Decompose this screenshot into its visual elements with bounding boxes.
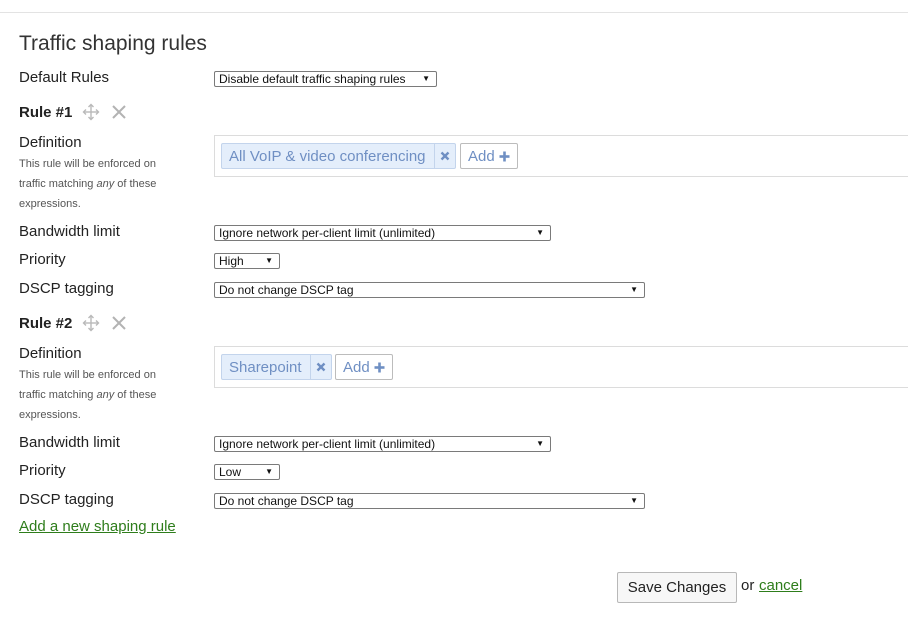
default-rules-label: Default Rules [19, 69, 110, 86]
rule-1-priority-label: Priority [19, 251, 66, 268]
rule-2-bandwidth-label: Bandwidth limit [19, 434, 120, 451]
plus-icon [374, 362, 385, 373]
rule-1-bandwidth-select[interactable]: Ignore network per-client limit (unlimit… [214, 225, 551, 241]
rule-1-definition-box: All VoIP & video conferencing Add [214, 135, 908, 177]
rule-2-priority-select[interactable]: Low [214, 464, 280, 480]
rule-1-definition-help: This rule will be enforced on traffic ma… [19, 158, 157, 210]
rule-2-definition-tag: Sharepoint [221, 354, 332, 380]
rule-2-definition-help: This rule will be enforced on traffic ma… [19, 369, 157, 421]
rule-2-definition-label: Definition [19, 345, 82, 362]
rule-1-bandwidth-label: Bandwidth limit [19, 223, 120, 240]
rule-1-title: Rule #1 [19, 103, 73, 121]
rule-2-title: Rule #2 [19, 314, 73, 332]
move-arrows-icon[interactable] [82, 103, 100, 121]
tag-label: All VoIP & video conferencing [229, 147, 426, 165]
rule-1-definition-label: Definition [19, 134, 82, 151]
rule-2-bandwidth-select[interactable]: Ignore network per-client limit (unlimit… [214, 436, 551, 452]
rule-2-add-button[interactable]: Add [335, 354, 393, 380]
rule-1-header: Rule #1 [19, 101, 128, 123]
cancel-link[interactable]: cancel [759, 577, 802, 594]
delete-rule-2-icon[interactable] [110, 314, 128, 332]
tag-label: Sharepoint [229, 358, 302, 376]
top-divider [0, 12, 908, 13]
remove-tag-icon[interactable] [309, 355, 331, 379]
default-rules-select[interactable]: Disable default traffic shaping rules [214, 71, 437, 87]
rule-1-add-button[interactable]: Add [460, 143, 518, 169]
rule-1-dscp-label: DSCP tagging [19, 280, 114, 297]
remove-tag-icon[interactable] [433, 144, 455, 168]
add-shaping-rule-link[interactable]: Add a new shaping rule [19, 518, 176, 535]
save-changes-button[interactable]: Save Changes [617, 572, 737, 603]
page-title: Traffic shaping rules [19, 32, 207, 55]
rule-2-dscp-label: DSCP tagging [19, 491, 114, 508]
rule-2-header: Rule #2 [19, 312, 128, 334]
rule-1-definition-tag: All VoIP & video conferencing [221, 143, 456, 169]
rule-1-dscp-select[interactable]: Do not change DSCP tag [214, 282, 645, 298]
plus-icon [499, 151, 510, 162]
rule-2-definition-box: Sharepoint Add [214, 346, 908, 388]
move-arrows-icon[interactable] [82, 314, 100, 332]
rule-1-priority-select[interactable]: High [214, 253, 280, 269]
rule-2-dscp-select[interactable]: Do not change DSCP tag [214, 493, 645, 509]
delete-rule-1-icon[interactable] [110, 103, 128, 121]
or-text: or [741, 577, 755, 594]
rule-2-priority-label: Priority [19, 462, 66, 479]
add-label: Add [468, 147, 495, 165]
add-label: Add [343, 358, 370, 376]
